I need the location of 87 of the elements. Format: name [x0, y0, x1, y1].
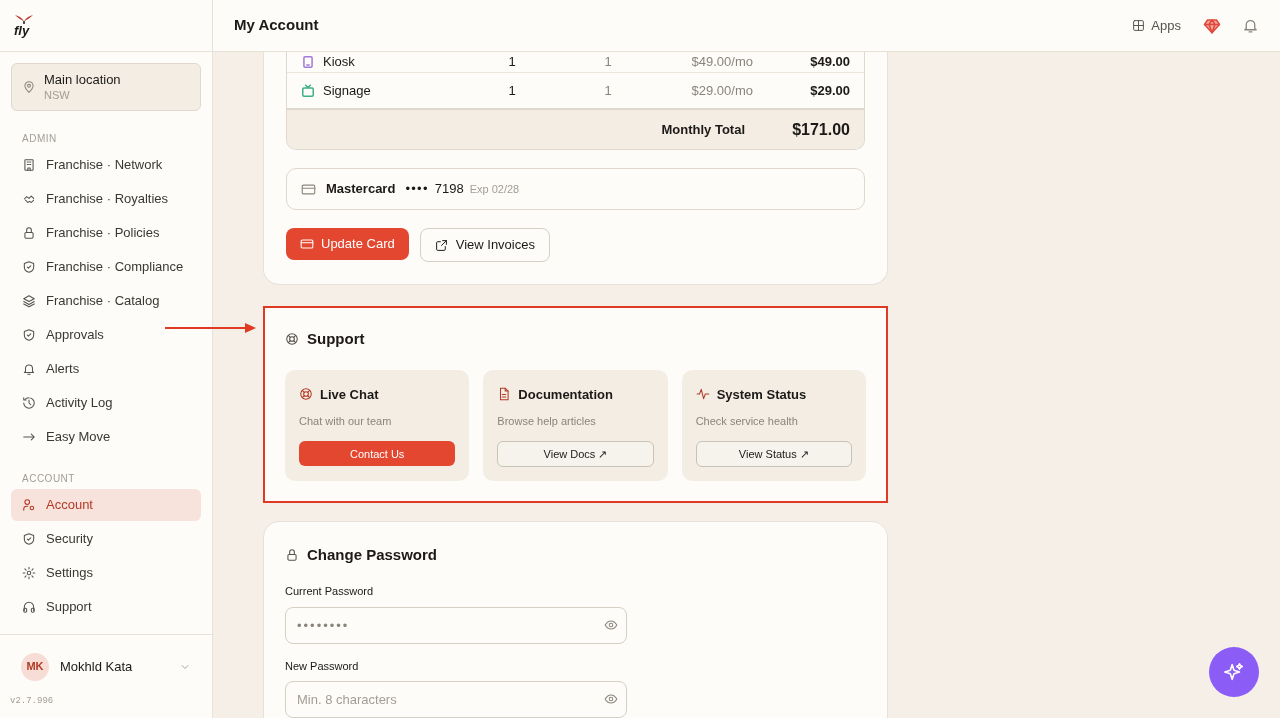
sidebar-item[interactable]: Support: [11, 591, 201, 623]
version-label: v2.7.996: [10, 694, 55, 708]
user-icon: [22, 498, 36, 512]
gem-icon[interactable]: [1203, 16, 1221, 35]
view-invoices-button[interactable]: View Invoices: [419, 228, 550, 262]
avatar: MK: [21, 652, 49, 681]
lifebuoy-icon: [299, 387, 313, 402]
password-field[interactable]: Min. 8 characters: [285, 681, 627, 718]
pulse-icon: [695, 387, 710, 402]
contact-button[interactable]: Contact Us: [299, 441, 456, 467]
grid-icon: [1132, 19, 1146, 32]
sidebar-item[interactable]: Franchise · Policies: [11, 217, 201, 249]
history-icon: [22, 396, 36, 410]
shield-check-icon: [22, 328, 36, 342]
section-title: Change Password: [307, 544, 438, 565]
building-icon: [22, 158, 36, 172]
apps-button[interactable]: Apps: [1132, 15, 1181, 36]
card-expiry: Exp 02/28: [469, 181, 520, 197]
document-icon: [497, 387, 512, 402]
location-selector[interactable]: Main location NSW: [11, 63, 201, 111]
option-description: Check service health: [695, 414, 799, 429]
option-description: Browse help articles: [497, 414, 597, 429]
table-cell-text: 1: [603, 53, 613, 71]
sidebar-item[interactable]: Franchise · Catalog: [11, 285, 201, 317]
sidebar-item[interactable]: Franchise · Network: [11, 149, 201, 181]
card-brand: Mastercard: [326, 180, 396, 199]
sidebar-item[interactable]: Activity Log: [11, 387, 201, 419]
layers-icon: [22, 294, 36, 308]
sidebar-item[interactable]: Security: [11, 523, 201, 555]
table-cell-text: 1: [507, 81, 517, 100]
sidebar-item[interactable]: Alerts: [11, 353, 201, 385]
wing-logo-icon: [14, 14, 34, 24]
eye-icon[interactable]: [604, 617, 618, 632]
headphones-icon: [22, 600, 36, 614]
field-label: New Password: [285, 658, 360, 674]
logo-text: fly: [14, 24, 30, 37]
user-menu[interactable]: MK Mokhld Kata: [21, 652, 191, 681]
table-cell-text: $49.00: [809, 53, 850, 71]
bell-icon[interactable]: [1242, 17, 1259, 34]
password-field[interactable]: ••••••••: [285, 606, 627, 644]
total-amount: $171.00: [791, 119, 850, 140]
page-title: My Account: [234, 15, 320, 36]
lock-icon: [22, 226, 36, 240]
ai-assistant-button[interactable]: [1209, 647, 1259, 697]
table-cell-text: 1: [603, 81, 613, 100]
section-heading: ADMIN: [21, 132, 58, 146]
update-card-button[interactable]: Update Card: [286, 228, 409, 260]
bell-icon: [22, 362, 36, 376]
location-pin-icon: [22, 80, 36, 94]
shield-check-icon: [22, 532, 36, 546]
total-label: Monthly Total: [660, 120, 745, 139]
card-last-digits: 7198: [434, 180, 464, 199]
sidebar-item[interactable]: Approvals: [11, 319, 201, 351]
field-label: Current Password: [285, 584, 375, 600]
table-cell-text: Kiosk: [323, 53, 355, 71]
section-title: Support: [307, 329, 365, 349]
arrow-right-icon: [22, 430, 36, 444]
location-name: Main location: [44, 72, 121, 88]
section-heading: ACCOUNT: [21, 472, 76, 486]
credit-card-icon: [301, 181, 316, 197]
user-name: Mokhld Kata: [60, 657, 134, 676]
option-description: Chat with our team: [299, 414, 393, 429]
option-title: Documentation: [518, 385, 613, 404]
eye-icon[interactable]: [604, 692, 618, 707]
option-title: System Status: [716, 385, 807, 404]
sidebar-item[interactable]: Franchise · Royalties: [11, 183, 201, 215]
option-title: Live Chat: [320, 385, 379, 404]
sidebar-item[interactable]: Settings: [11, 557, 201, 589]
sparkle-icon: [1223, 661, 1245, 683]
table-cell-text: $29.00: [809, 81, 850, 100]
credit-card-icon: [300, 237, 314, 251]
sidebar-item[interactable]: Easy Move: [11, 421, 201, 453]
location-region: NSW: [44, 88, 71, 102]
table-cell-text: $49.00/mo: [690, 53, 753, 71]
table-cell-text: Signage: [323, 81, 371, 100]
external-link-icon: [434, 238, 448, 252]
card-dots: ••••: [405, 180, 429, 199]
lock-icon: [285, 548, 299, 562]
sidebar-item[interactable]: Account: [11, 489, 201, 521]
table-cell-text: $29.00/mo: [690, 81, 753, 100]
view-link-button[interactable]: View Status ↗: [695, 440, 852, 467]
table-cell-text: 1: [507, 53, 517, 71]
sidebar-item[interactable]: Franchise · Compliance: [11, 251, 201, 283]
view-link-button[interactable]: View Docs ↗: [497, 440, 654, 467]
logo[interactable]: fly: [14, 14, 34, 37]
shield-check-icon: [22, 260, 36, 274]
lifebuoy-icon: [285, 332, 299, 347]
